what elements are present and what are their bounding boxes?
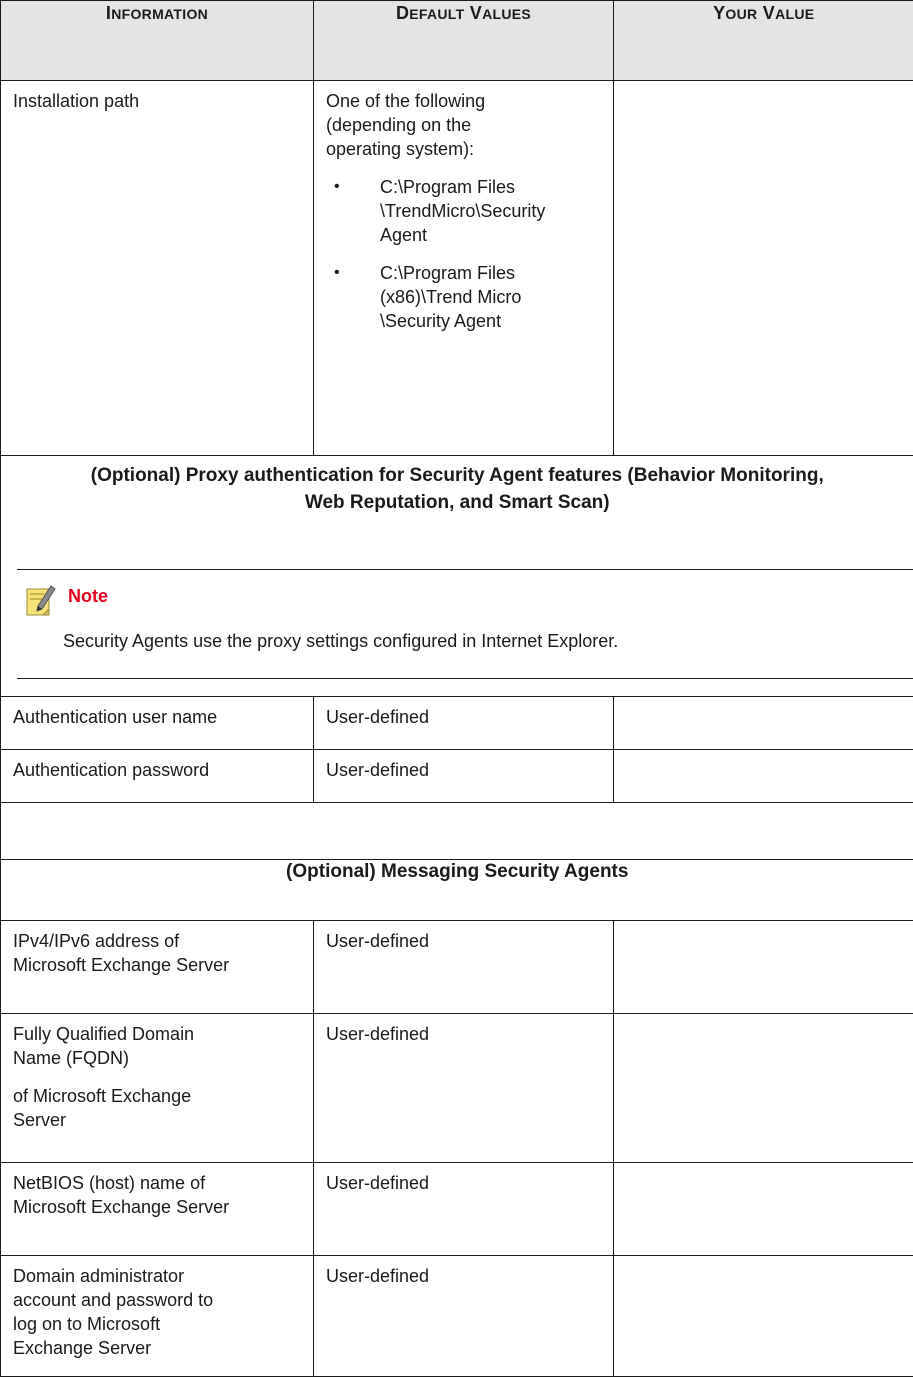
path-line: \TrendMicro\Security	[380, 199, 601, 223]
document-page: INFORMATION DEFAULT VALUES YOUR VALUE In…	[0, 0, 913, 1191]
cell-default-value: User-defined	[314, 750, 614, 803]
cell-your-value	[614, 1163, 913, 1256]
note-pencil-icon	[26, 584, 56, 618]
cell-information: Domain administrator account and passwor…	[1, 1256, 314, 1377]
proxy-section-cell: (Optional) Proxy authentication for Secu…	[1, 456, 913, 697]
table-row-installation-path: Installation path One of the following (…	[1, 81, 913, 456]
cell-your-value	[614, 697, 913, 750]
path-line: C:\Program Files	[380, 261, 601, 285]
path-line: Agent	[380, 223, 601, 247]
table-row: Authentication user name User-defined	[1, 697, 913, 750]
cell-default-value: One of the following (depending on the o…	[314, 81, 614, 456]
cell-your-value	[614, 921, 913, 1014]
cell-default-value: User-defined	[314, 1014, 614, 1163]
bullet-icon: •	[334, 261, 340, 285]
cell-default-value: User-defined	[314, 697, 614, 750]
list-item: • C:\Program Files (x86)\Trend Micro \Se…	[326, 261, 601, 333]
note-divider	[17, 678, 913, 679]
cell-your-value	[614, 1014, 913, 1163]
cell-default-value: User-defined	[314, 921, 614, 1014]
table-row: Domain administrator account and passwor…	[1, 1256, 913, 1377]
cell-information: Fully Qualified Domain Name (FQDN) of Mi…	[1, 1014, 314, 1163]
blank-cell	[1, 803, 913, 860]
cell-your-value	[614, 750, 913, 803]
cell-default-value: User-defined	[314, 1256, 614, 1377]
default-intro-line: (depending on the	[326, 113, 601, 137]
install-path-list: • C:\Program Files \TrendMicro\Security …	[326, 175, 601, 333]
cell-information: Authentication user name	[1, 697, 314, 750]
list-item: • C:\Program Files \TrendMicro\Security …	[326, 175, 601, 247]
table-row: NetBIOS (host) name of Microsoft Exchang…	[1, 1163, 913, 1256]
section-heading: (Optional) Messaging Security Agents	[1, 860, 913, 921]
cell-your-value	[614, 81, 913, 456]
default-intro-line: One of the following	[326, 89, 601, 113]
header-default-values: DEFAULT VALUES	[314, 1, 614, 81]
msa-section-row: (Optional) Messaging Security Agents	[1, 860, 913, 921]
note-divider	[17, 569, 913, 570]
cell-information: Installation path	[1, 81, 314, 456]
header-information: INFORMATION	[1, 1, 314, 81]
blank-row	[1, 803, 913, 860]
cell-default-value: User-defined	[314, 1163, 614, 1256]
note-title: Note	[68, 584, 108, 608]
path-line: (x86)\Trend Micro	[380, 285, 601, 309]
cell-information: Authentication password	[1, 750, 314, 803]
section-heading: (Optional) Proxy authentication for Secu…	[1, 462, 913, 516]
path-line: C:\Program Files	[380, 175, 601, 199]
note-body: Security Agents use the proxy settings c…	[63, 629, 618, 653]
bullet-icon: •	[334, 175, 340, 199]
default-intro-line: operating system):	[326, 137, 601, 161]
header-your-value: YOUR VALUE	[614, 1, 913, 81]
information-text: Installation path	[13, 89, 301, 113]
installation-worksheet-table: INFORMATION DEFAULT VALUES YOUR VALUE In…	[0, 0, 913, 1377]
table-row: IPv4/IPv6 address of Microsoft Exchange …	[1, 921, 913, 1014]
path-line: \Security Agent	[380, 309, 601, 333]
proxy-section-row: (Optional) Proxy authentication for Secu…	[1, 456, 913, 697]
table-row: Fully Qualified Domain Name (FQDN) of Mi…	[1, 1014, 913, 1163]
table-row: Authentication password User-defined	[1, 750, 913, 803]
cell-information: NetBIOS (host) name of Microsoft Exchang…	[1, 1163, 314, 1256]
cell-your-value	[614, 1256, 913, 1377]
table-header-row: INFORMATION DEFAULT VALUES YOUR VALUE	[1, 1, 913, 81]
cell-information: IPv4/IPv6 address of Microsoft Exchange …	[1, 921, 314, 1014]
